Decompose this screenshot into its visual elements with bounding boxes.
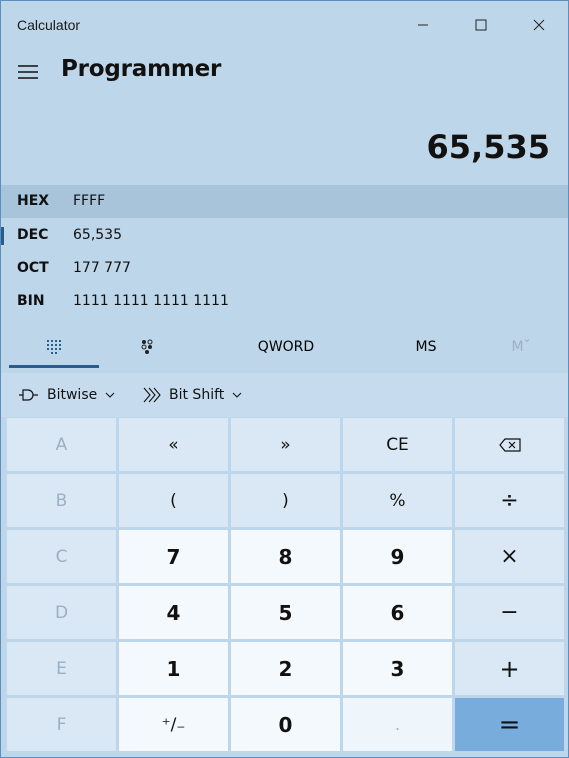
- key-add[interactable]: +: [455, 642, 564, 695]
- radix-value: 177 777: [73, 260, 131, 276]
- key-8[interactable]: 8: [231, 530, 340, 583]
- key-1[interactable]: 1: [119, 642, 228, 695]
- calculator-window: Calculator Programmer 65,535 HEX FFFF DE…: [0, 0, 569, 758]
- minimize-button[interactable]: [394, 1, 452, 49]
- radix-label: OCT: [17, 260, 49, 276]
- chevron-down-icon: [105, 392, 115, 398]
- chevron-down-icon: [232, 392, 242, 398]
- key-3[interactable]: 3: [343, 642, 452, 695]
- key-subtract[interactable]: −: [455, 586, 564, 639]
- key-hex-f[interactable]: F: [7, 698, 116, 751]
- bit-shift-label: Bit Shift: [169, 387, 225, 403]
- key-4[interactable]: 4: [119, 586, 228, 639]
- mode-title: Programmer: [61, 56, 222, 82]
- tab-full-keypad[interactable]: [9, 326, 99, 368]
- radix-value: FFFF: [73, 193, 106, 209]
- key-close-paren[interactable]: ): [231, 474, 340, 527]
- radix-row-bin[interactable]: BIN 1111 1111 1111 1111: [1, 285, 568, 318]
- close-icon: [533, 19, 545, 31]
- key-multiply[interactable]: ×: [455, 530, 564, 583]
- key-6[interactable]: 6: [343, 586, 452, 639]
- keypad-mode-bar: QWORD MS Mˇ: [1, 326, 568, 368]
- memory-recall-button[interactable]: Mˇ: [491, 326, 551, 368]
- radix-row-oct[interactable]: OCT 177 777: [1, 252, 568, 285]
- word-size-button[interactable]: QWORD: [231, 326, 341, 368]
- bit-shift-dropdown[interactable]: Bit Shift: [141, 373, 242, 417]
- key-hex-a[interactable]: A: [7, 418, 116, 471]
- key-hex-c[interactable]: C: [7, 530, 116, 583]
- key-right-shift[interactable]: »: [231, 418, 340, 471]
- maximize-button[interactable]: [452, 1, 510, 49]
- bitwise-label: Bitwise: [47, 387, 98, 403]
- close-button[interactable]: [510, 1, 568, 49]
- radix-label: DEC: [17, 227, 49, 243]
- key-open-paren[interactable]: (: [119, 474, 228, 527]
- radix-value: 65,535: [73, 227, 122, 243]
- radix-value: 1111 1111 1111 1111: [73, 293, 229, 309]
- bit-toggle-icon: [141, 339, 153, 354]
- key-2[interactable]: 2: [231, 642, 340, 695]
- tab-active-underline: [9, 365, 99, 368]
- app-title: Calculator: [17, 17, 81, 33]
- bit-shift-icon: [143, 387, 161, 403]
- radix-label: BIN: [17, 293, 45, 309]
- keypad-grid-icon: [47, 340, 61, 354]
- key-0[interactable]: 0: [231, 698, 340, 751]
- key-hex-b[interactable]: B: [7, 474, 116, 527]
- key-clear-entry[interactable]: CE: [343, 418, 452, 471]
- navigation-menu-button[interactable]: [11, 57, 45, 87]
- logic-gate-icon: [19, 389, 38, 401]
- key-equals[interactable]: =: [455, 698, 564, 751]
- key-decimal[interactable]: .: [343, 698, 452, 751]
- key-divide[interactable]: ÷: [455, 474, 564, 527]
- tab-bit-toggling-keypad[interactable]: [101, 326, 193, 368]
- maximize-icon: [475, 19, 487, 31]
- result-display: 65,535: [426, 128, 550, 166]
- radix-row-hex[interactable]: HEX FFFF: [1, 185, 568, 218]
- hamburger-icon: [18, 65, 38, 79]
- keypad: A « » CE B ( ) % ÷ C 7 8 9 × D 4 5 6 − E…: [7, 418, 564, 755]
- key-5[interactable]: 5: [231, 586, 340, 639]
- key-7[interactable]: 7: [119, 530, 228, 583]
- title-bar[interactable]: Calculator: [1, 1, 568, 49]
- radix-row-dec[interactable]: DEC 65,535: [1, 219, 568, 252]
- key-hex-d[interactable]: D: [7, 586, 116, 639]
- header: Programmer: [1, 49, 568, 93]
- minimize-icon: [418, 24, 428, 26]
- key-9[interactable]: 9: [343, 530, 452, 583]
- bitwise-dropdown[interactable]: Bitwise: [17, 373, 115, 417]
- key-negate[interactable]: ⁺/₋: [119, 698, 228, 751]
- memory-store-button[interactable]: MS: [396, 326, 456, 368]
- backspace-icon: [498, 437, 521, 452]
- radix-label: HEX: [17, 193, 50, 209]
- key-backspace[interactable]: [455, 418, 564, 471]
- key-hex-e[interactable]: E: [7, 642, 116, 695]
- bitwise-toolbar: Bitwise Bit Shift: [1, 373, 568, 417]
- key-modulo[interactable]: %: [343, 474, 452, 527]
- key-left-shift[interactable]: «: [119, 418, 228, 471]
